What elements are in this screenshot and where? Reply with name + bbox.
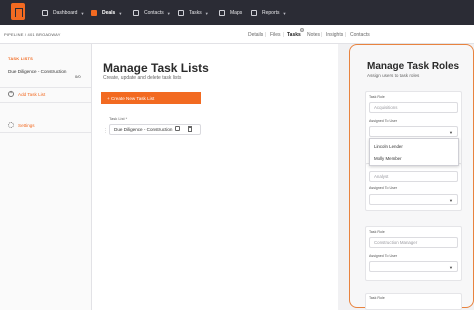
chevron-down-icon: ▼ bbox=[449, 265, 453, 270]
gear-icon bbox=[8, 122, 14, 128]
dropdown-option[interactable]: Molly Member bbox=[374, 156, 402, 161]
page-subtitle: Create, update and delete task lists bbox=[103, 75, 182, 81]
add-task-list-button[interactable]: Add Task List bbox=[8, 90, 46, 97]
tasks-icon bbox=[178, 10, 184, 16]
maps-icon bbox=[219, 10, 225, 16]
task-list-field-label: Task List * bbox=[109, 116, 128, 121]
task-role-label: Task Role bbox=[369, 230, 385, 234]
nav-dashboard[interactable]: Dashboard ▼ bbox=[42, 8, 84, 18]
roles-subtitle: Assign users to task roles bbox=[367, 73, 420, 78]
chevron-down-icon: ▼ bbox=[282, 10, 287, 16]
task-role-label: Task Role bbox=[369, 296, 385, 300]
sidebar-item-task-list[interactable]: Due Diligence - Construction bbox=[8, 69, 68, 75]
task-count-badge: 0/0 bbox=[75, 74, 81, 79]
add-task-list-label: Add Task List bbox=[18, 91, 46, 97]
tab-tasks[interactable]: Tasks bbox=[287, 32, 301, 38]
divider bbox=[0, 87, 91, 88]
divider bbox=[0, 102, 91, 103]
tab-separator: | bbox=[321, 32, 323, 38]
task-role-input[interactable]: Acquisitions bbox=[369, 102, 458, 113]
dropdown-option[interactable]: Lincoln Lender bbox=[374, 144, 403, 149]
tab-separator: | bbox=[283, 32, 285, 38]
add-circle-icon bbox=[8, 90, 14, 97]
chevron-down-icon: ▼ bbox=[204, 10, 209, 16]
assigned-user-select[interactable]: ▼ bbox=[369, 194, 458, 205]
tab-files[interactable]: Files bbox=[270, 32, 281, 38]
trash-icon[interactable] bbox=[188, 126, 192, 132]
nav-maps[interactable]: Maps bbox=[219, 8, 242, 18]
close-icon[interactable]: × bbox=[300, 28, 304, 32]
assigned-user-label: Assigned To User bbox=[369, 119, 398, 123]
task-role-label: Task Role bbox=[369, 95, 385, 99]
chevron-down-icon: ▼ bbox=[80, 10, 85, 16]
nav-contacts[interactable]: Contacts ▼ bbox=[133, 8, 171, 18]
home-icon bbox=[42, 10, 48, 16]
top-navbar: Dashboard ▼ Deals ▼ Contacts ▼ Tasks ▼ Maps … bbox=[0, 0, 474, 25]
task-lists-sidebar: TASK LISTS Due Diligence - Construction … bbox=[0, 44, 92, 310]
nav-reports[interactable]: Reports ▼ bbox=[251, 8, 286, 18]
tab-details[interactable]: Details bbox=[248, 32, 263, 38]
manage-task-lists-panel: Manage Task Lists Create, update and del… bbox=[92, 44, 338, 310]
chevron-down-icon: ▼ bbox=[449, 198, 453, 203]
nav-deals[interactable]: Deals ▼ bbox=[91, 8, 122, 18]
sidebar-item-settings[interactable]: Settings bbox=[8, 122, 35, 128]
deals-icon bbox=[91, 10, 97, 16]
sidebar-heading: TASK LISTS bbox=[8, 56, 34, 61]
assigned-user-label: Assigned To User bbox=[369, 186, 398, 190]
create-task-list-button[interactable]: + Create New Task List bbox=[101, 92, 201, 104]
page-title: Manage Task Lists bbox=[103, 61, 209, 75]
roles-title: Manage Task Roles bbox=[367, 61, 460, 72]
contacts-icon bbox=[133, 10, 139, 16]
breadcrumb[interactable]: PIPELINE / 401 BROADWAY bbox=[4, 32, 61, 37]
assigned-user-select[interactable]: ▼ bbox=[369, 261, 458, 272]
assigned-user-dropdown: Lincoln Lender Molly Member bbox=[369, 138, 459, 166]
tab-insights[interactable]: Insights bbox=[326, 32, 343, 38]
app-logo-icon[interactable] bbox=[11, 3, 25, 20]
chevron-down-icon: ▼ bbox=[166, 10, 171, 16]
task-role-input[interactable]: Construction Manager bbox=[369, 237, 458, 248]
assigned-user-select[interactable]: ▼ bbox=[369, 126, 458, 137]
deal-subbar: PIPELINE / 401 BROADWAY Details | Files … bbox=[0, 25, 474, 44]
chevron-down-icon: ▼ bbox=[118, 10, 123, 16]
reports-icon bbox=[251, 10, 257, 16]
tab-notes[interactable]: Notes bbox=[307, 32, 320, 38]
settings-label: Settings bbox=[18, 122, 35, 128]
tab-separator: | bbox=[345, 32, 347, 38]
assigned-user-label: Assigned To User bbox=[369, 254, 398, 258]
chevron-down-icon: ▼ bbox=[449, 130, 453, 135]
task-role-input[interactable]: Analyst bbox=[369, 171, 458, 182]
tab-contacts[interactable]: Contacts bbox=[350, 32, 370, 38]
divider bbox=[0, 132, 91, 133]
tab-separator: | bbox=[265, 32, 267, 38]
lock-icon[interactable] bbox=[175, 126, 180, 131]
nav-tasks[interactable]: Tasks ▼ bbox=[178, 8, 209, 18]
